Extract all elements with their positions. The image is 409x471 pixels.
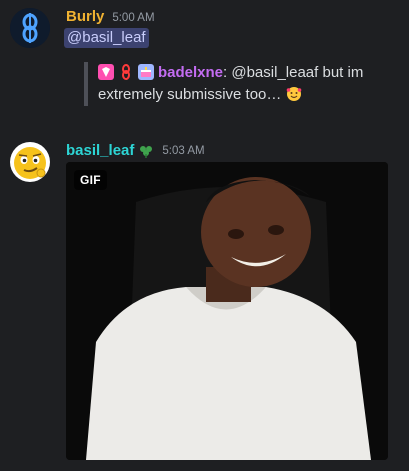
cake-badge-icon [138,64,154,80]
message-burly: Burly 5:00 AM @basil_leaf badelxne: @bas… [0,0,409,120]
gif-badge: GIF [74,170,107,190]
basil-leaf-username[interactable]: basil_leaf [66,142,134,159]
burly-timestamp: 5:00 AM [112,12,155,24]
burly-avatar[interactable] [10,8,50,48]
pink-gem-badge-icon [98,64,114,80]
message-basil-leaf: basil_leaf 5:03 AM GIF [0,130,409,471]
blue-link-chain-icon [10,8,50,48]
gif-attachment[interactable]: GIF [66,162,388,460]
green-clover-icon [138,143,154,159]
quote-author[interactable]: badelxne [158,64,223,81]
smiling-face-with-hearts-icon [286,86,302,102]
burly-username[interactable]: Burly [66,8,104,25]
winking-face-emoji-avatar [10,142,50,182]
red-chain-badge-icon [118,64,134,80]
gif-preview-image [66,162,388,460]
basil-leaf-timestamp: 5:03 AM [162,144,205,157]
reply-quote: badelxne: @basil_leaaf but im extremely … [84,62,398,106]
basil-leaf-avatar[interactable] [10,142,50,182]
mention-basil-leaf[interactable]: @basil_leaf [64,28,149,48]
